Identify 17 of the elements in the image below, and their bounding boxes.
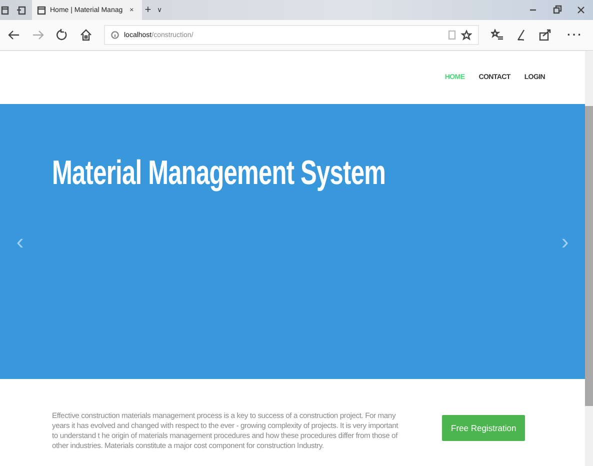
share-icon[interactable] [539, 29, 552, 41]
new-tab-button[interactable]: + [142, 4, 154, 16]
more-button[interactable]: ··· [563, 26, 585, 44]
page-icon [37, 6, 46, 14]
favorites-list-icon[interactable] [491, 29, 504, 41]
scrollbar[interactable] [585, 51, 593, 466]
pen-icon[interactable] [515, 29, 528, 41]
back-icon[interactable] [8, 29, 20, 41]
tab-preview-icon[interactable] [0, 5, 10, 15]
close-icon[interactable] [575, 5, 587, 15]
restore-icon[interactable] [551, 5, 563, 15]
hero-title: Material Management System [52, 154, 386, 193]
tabs-aside-icon[interactable] [16, 5, 26, 15]
home-icon[interactable] [80, 29, 92, 41]
info-icon [111, 31, 119, 39]
favorite-star-icon[interactable] [461, 30, 472, 40]
refresh-icon[interactable] [56, 29, 68, 41]
